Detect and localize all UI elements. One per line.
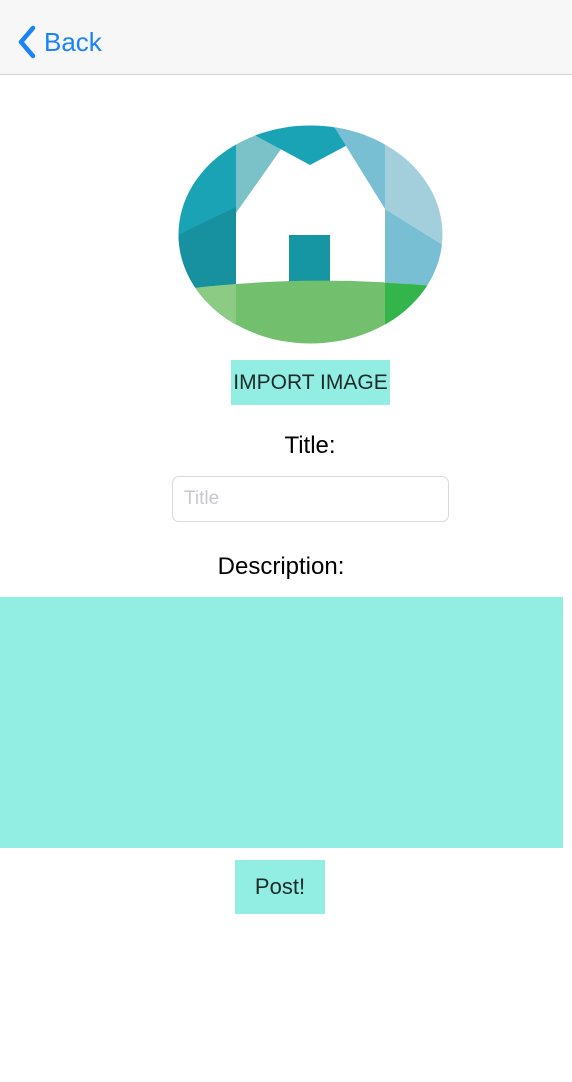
post-button[interactable]: Post! bbox=[235, 860, 325, 914]
description-textarea[interactable] bbox=[0, 597, 563, 848]
chevron-left-icon bbox=[18, 25, 36, 59]
back-label: Back bbox=[44, 27, 102, 57]
title-input[interactable] bbox=[172, 476, 449, 522]
navigation-bar: Back bbox=[0, 0, 572, 75]
back-button[interactable]: Back bbox=[16, 22, 102, 62]
description-label: Description: bbox=[217, 553, 345, 580]
import-image-button[interactable]: IMPORT IMAGE bbox=[231, 360, 390, 405]
title-label: Title: bbox=[284, 432, 336, 459]
house-logo-icon bbox=[178, 125, 443, 344]
